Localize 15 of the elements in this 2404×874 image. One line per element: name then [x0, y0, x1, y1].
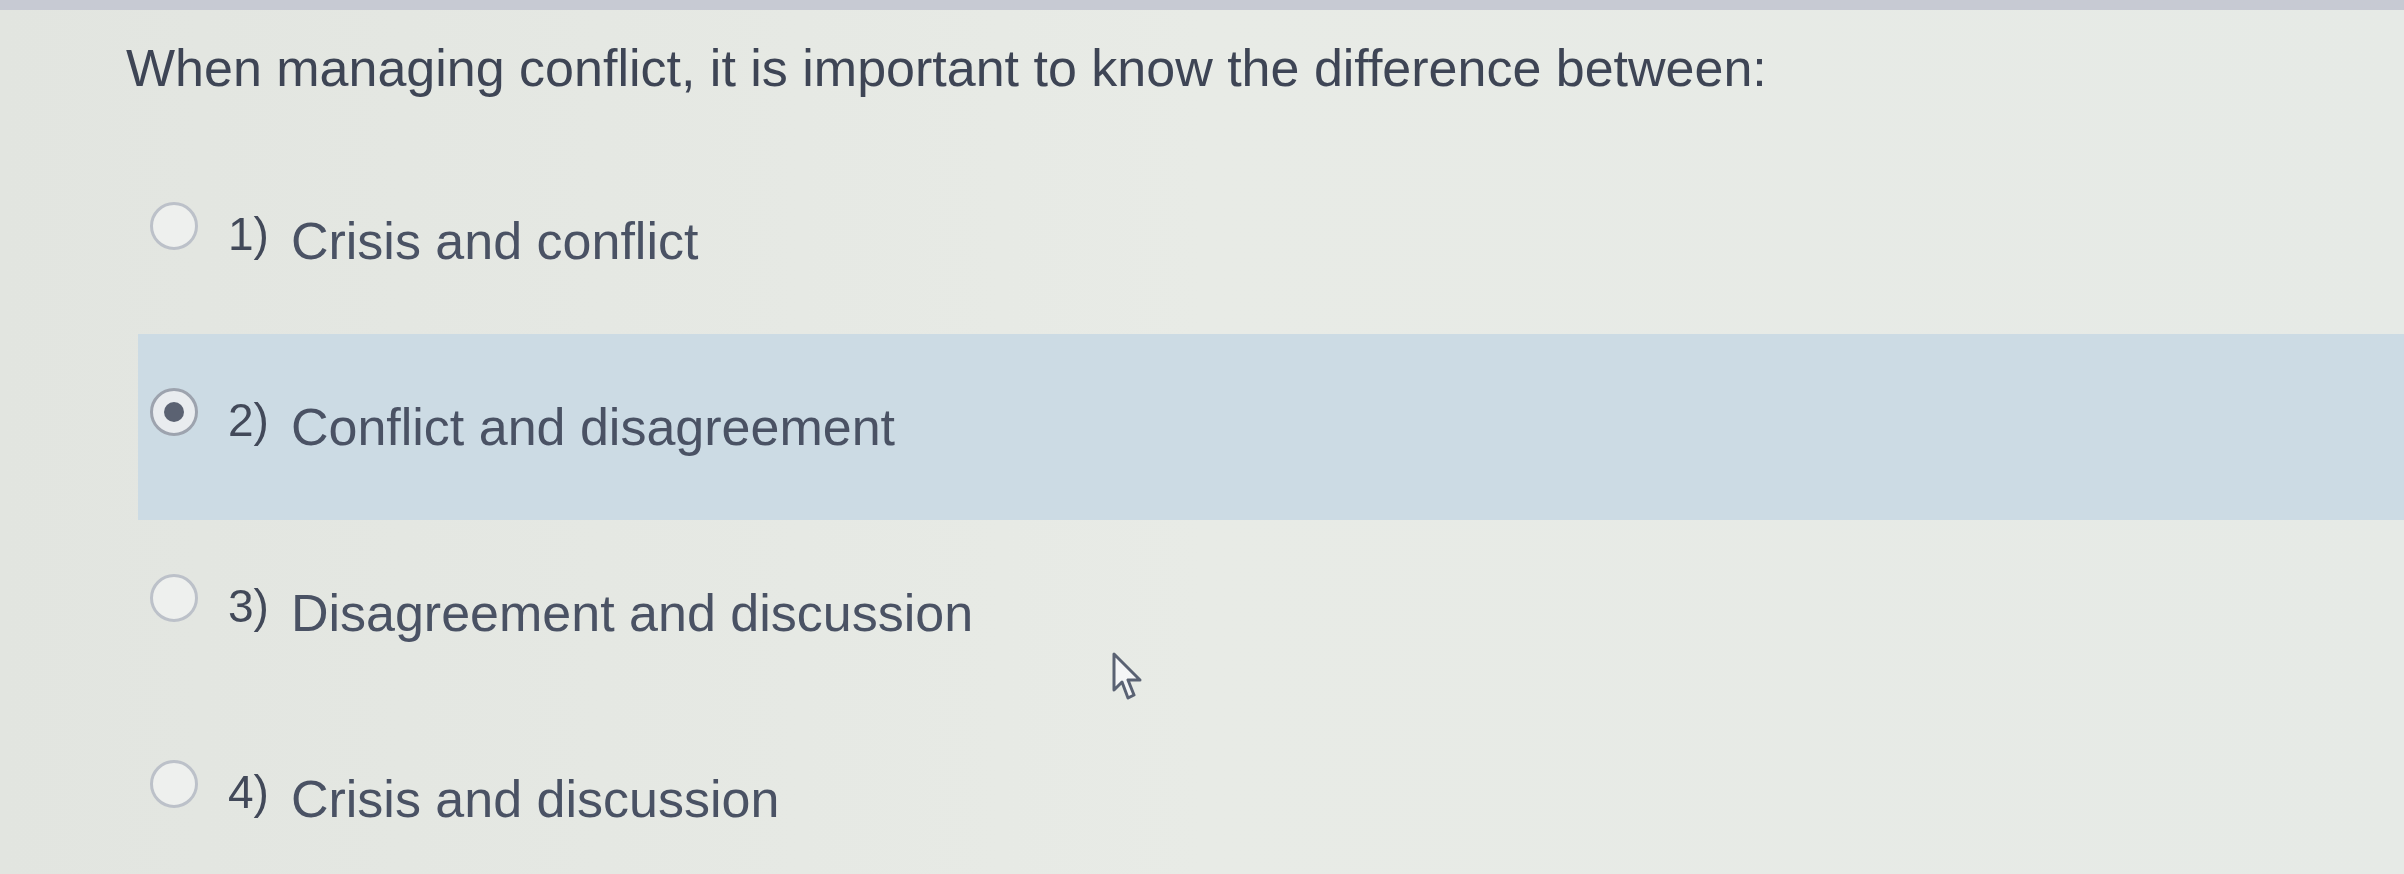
option-number: 4) — [228, 765, 269, 819]
selected-answer-option[interactable]: 2) Conflict and disagreement — [138, 334, 2404, 520]
question-text: When managing conflict, it is important to know the difference between: — [126, 38, 1768, 99]
radio-button[interactable] — [150, 202, 198, 250]
option-label[interactable]: Conflict and disagreement — [290, 397, 896, 457]
option-label[interactable]: Crisis and discussion — [290, 769, 780, 829]
option-number: 3) — [228, 579, 269, 633]
mouse-pointer-icon — [1112, 652, 1144, 702]
radio-button[interactable] — [150, 760, 198, 808]
radio-button[interactable] — [150, 388, 198, 436]
radio-button[interactable] — [150, 574, 198, 622]
option-label[interactable]: Crisis and conflict — [290, 211, 699, 271]
option-number: 2) — [228, 393, 269, 447]
option-label[interactable]: Disagreement and discussion — [290, 583, 974, 643]
option-number: 1) — [228, 207, 269, 261]
